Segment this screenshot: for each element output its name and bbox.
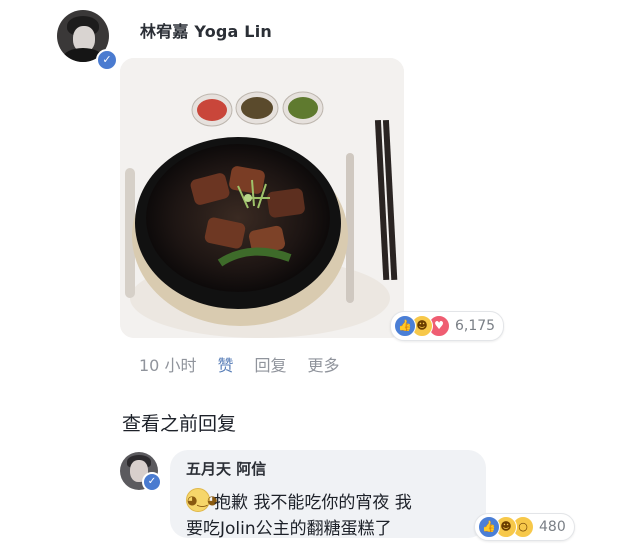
facebook-post: ✓ 林宥嘉 Yoga Lin 👍 ☻ ♥ 6,175 10 小时 赞 回复 更多… (0, 0, 637, 544)
reply-button[interactable]: 回复 (254, 352, 286, 376)
comment-text-line-1: 抱歉 我不能吃你的宵夜 我 (214, 493, 412, 513)
like-icon: 👍 (478, 516, 500, 538)
commenter-verified-badge-icon: ✓ (142, 472, 162, 492)
comment-reactions-count: 480 (539, 519, 566, 535)
comment-reactions-summary[interactable]: 👍 ☻ ○ 480 (474, 513, 575, 541)
like-icon: 👍 (394, 315, 416, 337)
embarrassed-emoji-icon: ◕‿◕ (186, 488, 218, 512)
post-timestamp: 10 小时 (139, 356, 197, 375)
post-reactions-summary[interactable]: 👍 ☻ ♥ 6,175 (390, 311, 505, 341)
view-previous-replies-link[interactable]: 查看之前回复 (122, 409, 236, 436)
post-author-name[interactable]: 林宥嘉 Yoga Lin (140, 18, 272, 42)
comment-text-line-2: 要吃Jolin公主的翻糖蛋糕了 (186, 519, 392, 539)
verified-badge-icon: ✓ (96, 49, 118, 71)
more-button[interactable]: 更多 (307, 352, 339, 376)
post-action-row: 10 小时 赞 回复 更多 (139, 352, 361, 376)
post-photo[interactable] (120, 58, 404, 338)
commenter-name[interactable]: 五月天 阿信 (186, 458, 266, 479)
like-button[interactable]: 赞 (217, 352, 233, 376)
post-reactions-count: 6,175 (455, 318, 496, 334)
